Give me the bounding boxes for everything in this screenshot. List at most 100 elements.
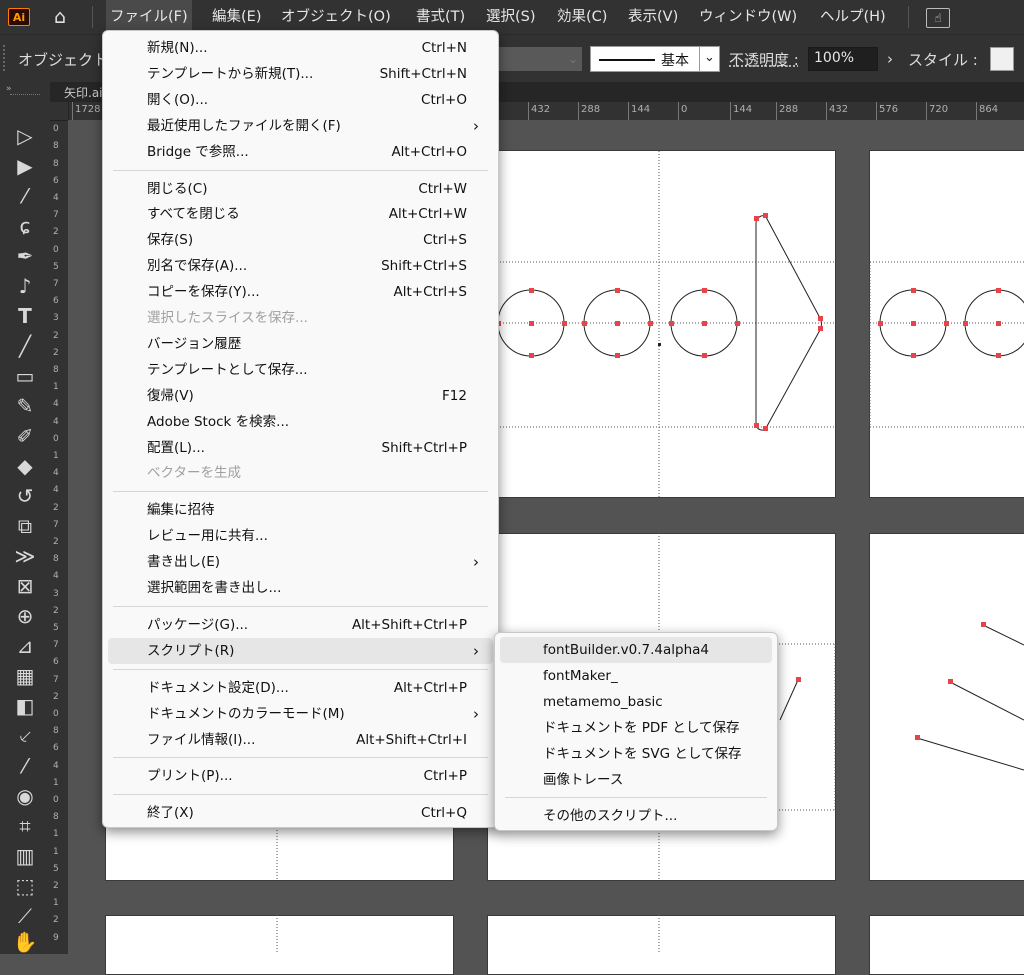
- file-menu-item-4[interactable]: Bridge で参照... Alt+Ctrl+O: [104, 139, 497, 165]
- ruler-origin[interactable]: [50, 102, 69, 121]
- grip-icon[interactable]: [3, 45, 9, 71]
- gradient-tool-icon[interactable]: ◧: [8, 692, 42, 720]
- script-item-0[interactable]: fontBuilder.v0.7.4alpha4: [500, 637, 772, 663]
- mesh-tool-icon[interactable]: ▦: [8, 662, 42, 690]
- file-menu-item-20[interactable]: レビュー用に共有...: [104, 523, 497, 549]
- line-tool-icon[interactable]: ╱: [8, 332, 42, 360]
- eraser-tool-icon[interactable]: ◆: [8, 452, 42, 480]
- chevron-down-icon[interactable]: ⌄: [564, 47, 582, 71]
- file-menu-item-13[interactable]: テンプレートとして保存...: [104, 357, 497, 383]
- shape-builder-tool-icon[interactable]: ⊕: [8, 602, 42, 630]
- file-menu-item-15[interactable]: Adobe Stock を検索...: [104, 409, 497, 435]
- direct-selection-tool-icon[interactable]: ▶: [8, 152, 42, 180]
- menu-item-label: ドキュメントのカラーモード(M): [147, 705, 345, 722]
- document-tab[interactable]: 矢印.ai: [64, 84, 103, 101]
- script-item-5[interactable]: 画像トレース: [500, 767, 772, 793]
- ruler-tick-label: 1728: [72, 102, 100, 120]
- paintbrush-tool-icon[interactable]: ✎: [8, 392, 42, 420]
- magic-wand-tool-icon[interactable]: ⁄: [8, 182, 42, 210]
- selection-tool-icon[interactable]: ▷: [8, 122, 42, 150]
- menu-view[interactable]: 表示(V): [624, 0, 682, 34]
- menu-item-label: 最近使用したファイルを開く(F): [147, 117, 341, 134]
- file-menu-item-8[interactable]: 保存(S) Ctrl+S: [104, 227, 497, 253]
- file-menu-item-27[interactable]: ドキュメント設定(D)... Alt+Ctrl+P: [104, 675, 497, 701]
- pen-tool-icon[interactable]: ✒: [8, 242, 42, 270]
- file-menu-item-7[interactable]: すべてを閉じる Alt+Ctrl+W: [104, 201, 497, 227]
- menu-effect[interactable]: 効果(C): [553, 0, 611, 34]
- menu-item-label: 配置(L)...: [147, 439, 205, 456]
- file-menu-item-3[interactable]: 最近使用したファイルを開く(F) ›: [104, 113, 497, 139]
- file-menu-item-14[interactable]: 復帰(V) F12: [104, 383, 497, 409]
- scale-tool-icon[interactable]: ⧉: [8, 512, 42, 540]
- arrange-documents-icon[interactable]: ☝: [926, 8, 950, 28]
- hand-tool-icon[interactable]: ✋: [8, 928, 42, 956]
- home-icon[interactable]: ⌂: [46, 6, 74, 28]
- chevron-right-icon[interactable]: ›: [880, 47, 900, 71]
- ruler-tick-label: 8: [53, 726, 59, 737]
- ruler-tick-label: 7: [53, 279, 59, 289]
- script-item-1[interactable]: fontMaker_: [500, 663, 772, 689]
- menu-help[interactable]: ヘルプ(H): [816, 0, 890, 34]
- menu-edit[interactable]: 編集(E): [208, 0, 265, 34]
- script-item-3[interactable]: ドキュメントを PDF として保存: [500, 715, 772, 741]
- file-menu-item-31[interactable]: プリント(P)... Ctrl+P: [104, 763, 497, 789]
- ruler-tick-label: 1: [53, 382, 59, 393]
- file-menu-item-10[interactable]: コピーを保存(Y)... Alt+Ctrl+S: [104, 279, 497, 305]
- blend-tool-icon[interactable]: ⁄: [8, 752, 42, 780]
- file-menu-item-33[interactable]: 終了(X) Ctrl+Q: [104, 800, 497, 826]
- menu-file[interactable]: ファイル(F): [106, 0, 192, 34]
- perspective-grid-tool-icon[interactable]: ⊿: [8, 632, 42, 660]
- chevron-right-icon: ›: [473, 641, 479, 660]
- shaper-tool-icon[interactable]: ✐: [8, 422, 42, 450]
- graphic-style-swatch[interactable]: [990, 47, 1014, 71]
- file-menu-item-29[interactable]: ファイル情報(I)... Alt+Shift+Ctrl+I: [104, 727, 497, 753]
- column-graph-tool-icon[interactable]: ▥: [8, 842, 42, 870]
- knife-tool-icon[interactable]: ⟋: [8, 902, 42, 930]
- rotate-tool-icon[interactable]: ↺: [8, 482, 42, 510]
- file-menu-item-28[interactable]: ドキュメントのカラーモード(M) ›: [104, 701, 497, 727]
- width-tool-icon[interactable]: ≫: [8, 542, 42, 570]
- file-menu-item-6[interactable]: 閉じる(C) Ctrl+W: [104, 176, 497, 202]
- menu-item-label: スクリプト(R): [147, 642, 235, 659]
- file-menu-item-25[interactable]: スクリプト(R) ›: [108, 637, 493, 664]
- file-menu-item-24[interactable]: パッケージ(G)... Alt+Shift+Ctrl+P: [104, 612, 497, 638]
- grip-icon[interactable]: [10, 94, 40, 98]
- menu-item-label: テンプレートとして保存...: [147, 361, 308, 378]
- file-menu-item-19[interactable]: 編集に招待: [104, 497, 497, 523]
- menu-item-label: レビュー用に共有...: [147, 528, 268, 545]
- rectangle-tool-icon[interactable]: ▭: [8, 362, 42, 390]
- chevron-right-icon: ›: [473, 553, 479, 572]
- free-transform-tool-icon[interactable]: ⊠: [8, 572, 42, 600]
- file-menu-item-0[interactable]: 新規(N)... Ctrl+N: [104, 35, 497, 61]
- menu-window[interactable]: ウィンドウ(W): [695, 0, 801, 34]
- chevron-down-icon[interactable]: ⌄: [700, 46, 720, 72]
- file-menu-item-2[interactable]: 開く(O)... Ctrl+O: [104, 87, 497, 113]
- type-tool-icon[interactable]: T: [8, 302, 42, 330]
- eyedropper-tool-icon[interactable]: ⸔: [8, 722, 42, 750]
- menu-separator: [113, 794, 488, 796]
- curvature-tool-icon[interactable]: ♪: [8, 272, 42, 300]
- script-item-4[interactable]: ドキュメントを SVG として保存: [500, 741, 772, 767]
- menu-object[interactable]: オブジェクト(O): [277, 0, 395, 34]
- file-menu-item-12[interactable]: バージョン履歴: [104, 331, 497, 357]
- opacity-label[interactable]: 不透明度 :: [729, 49, 799, 70]
- file-menu-item-16[interactable]: 配置(L)... Shift+Ctrl+P: [104, 435, 497, 461]
- artboard-tool-icon[interactable]: ⌗: [8, 812, 42, 840]
- file-menu-item-1[interactable]: テンプレートから新規(T)... Shift+Ctrl+N: [104, 61, 497, 87]
- file-menu-item-9[interactable]: 別名で保存(A)... Shift+Ctrl+S: [104, 253, 497, 279]
- file-menu-item-22[interactable]: 選択範囲を書き出し...: [104, 575, 497, 601]
- slice-tool-icon[interactable]: ⬚: [8, 872, 42, 900]
- ruler-tick-label: 2: [53, 605, 59, 616]
- ruler-tick-label: 3: [53, 313, 59, 324]
- lasso-tool-icon[interactable]: ɕ: [8, 212, 42, 240]
- menu-type[interactable]: 書式(T): [412, 0, 469, 34]
- stroke-profile-select[interactable]: 基本: [590, 46, 700, 72]
- symbol-sprayer-tool-icon[interactable]: ◉: [8, 782, 42, 810]
- vertical-ruler[interactable]: 1088647205763228144014427284325767208641…: [50, 102, 69, 954]
- collapse-icon[interactable]: »: [6, 84, 12, 94]
- opacity-field[interactable]: 100%: [808, 47, 878, 71]
- script-item-2[interactable]: metamemo_basic: [500, 689, 772, 715]
- file-menu-item-21[interactable]: 書き出し(E) ›: [104, 549, 497, 575]
- script-item-7[interactable]: その他のスクリプト...: [500, 803, 772, 829]
- menu-select[interactable]: 選択(S): [482, 0, 540, 34]
